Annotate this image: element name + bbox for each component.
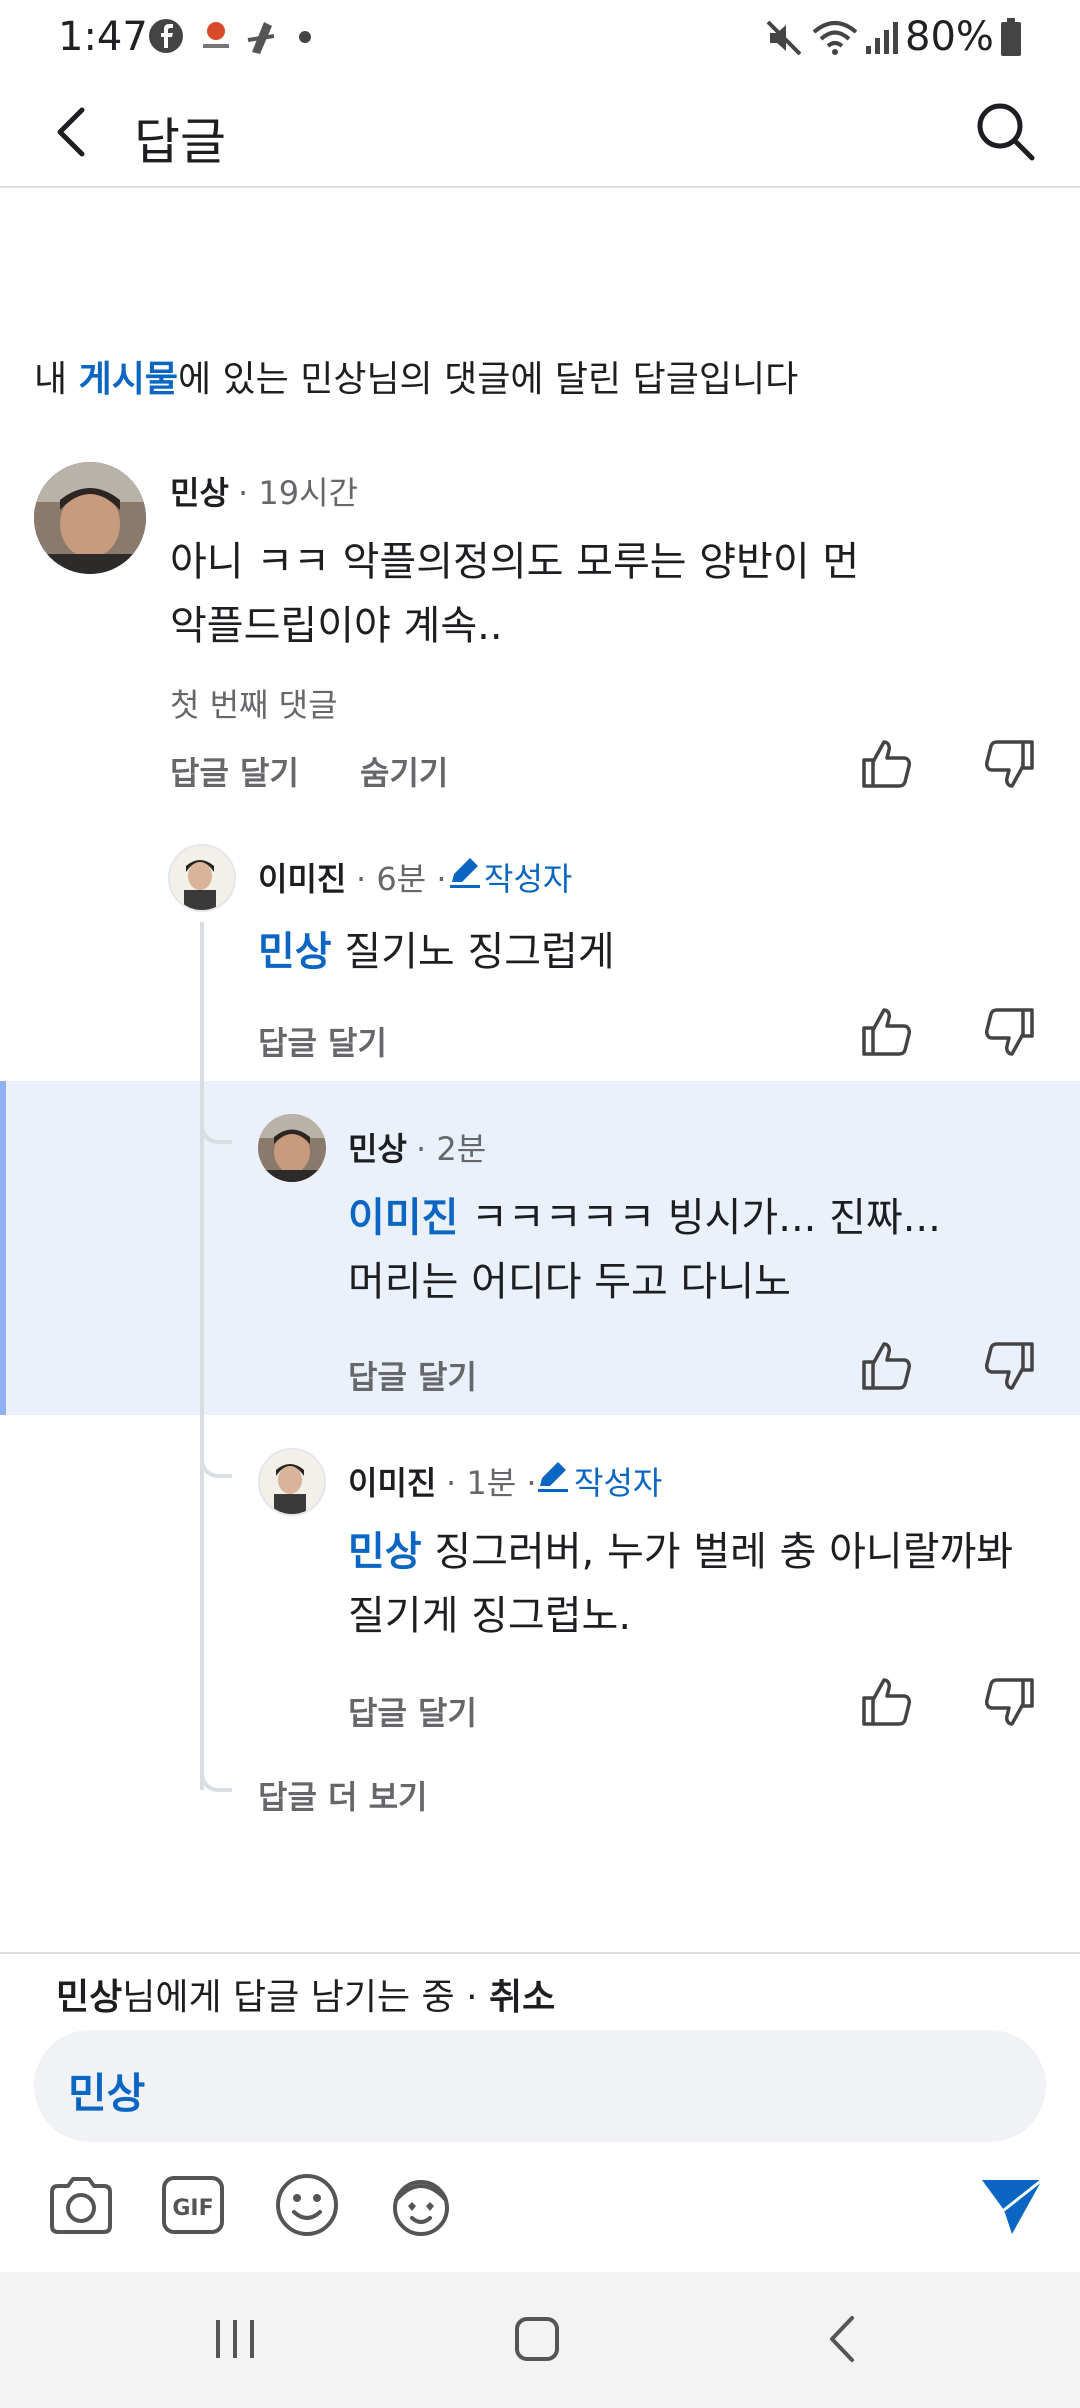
reply-author[interactable]: 이미진 — [258, 854, 346, 900]
svg-text:GIF: GIF — [172, 2196, 213, 2221]
context-text: 내 게시물에 있는 민상님의 댓글에 달린 답글입니다 — [34, 359, 799, 400]
emoji-icon[interactable] — [272, 2170, 342, 2240]
reply-time: · 2분 — [416, 1130, 487, 1168]
thread-connector — [200, 1460, 232, 1478]
app-icon — [203, 22, 229, 48]
pencil-icon — [450, 858, 480, 888]
pencil-icon — [538, 1462, 568, 1492]
thumbs-up-icon[interactable] — [860, 1340, 912, 1392]
post-link[interactable]: 게시물 — [79, 359, 178, 400]
reply-input[interactable]: 민상 — [34, 2030, 1046, 2142]
avatar[interactable] — [258, 1448, 326, 1516]
mute-icon — [766, 20, 802, 56]
reply-button[interactable]: 답글 달기 — [348, 1352, 477, 1398]
author-badge: 작성자 — [574, 1464, 663, 1502]
back-icon[interactable] — [818, 2314, 868, 2364]
home-icon[interactable] — [512, 2314, 562, 2364]
divider — [0, 1952, 1080, 1954]
app-header: 답글 — [0, 76, 1080, 188]
gif-icon[interactable]: GIF — [158, 2170, 228, 2240]
system-nav-bar — [0, 2272, 1080, 2408]
battery-icon — [1001, 18, 1021, 56]
reply-author[interactable]: 민상 — [348, 1124, 407, 1170]
avatar[interactable] — [258, 1114, 326, 1182]
dot-icon — [299, 31, 311, 43]
reply-body: 민상 질기노 징그럽게 — [258, 929, 615, 975]
avatar[interactable] — [34, 462, 146, 574]
battery-percent: 80% — [905, 14, 994, 60]
signal-icon — [866, 22, 898, 54]
thumbs-up-icon[interactable] — [860, 1676, 912, 1728]
reply-time: · 1분 · — [446, 1464, 537, 1502]
camera-icon[interactable] — [46, 2170, 116, 2240]
thumbs-down-icon[interactable] — [984, 1006, 1036, 1058]
avatar-sticker-icon[interactable] — [386, 2170, 456, 2240]
comment-body: 아니 ㅋㅋ 악플의정의도 모루는 양반이 먼 악플드립이야 계속.. — [170, 539, 860, 649]
profile-photo — [258, 1114, 326, 1182]
comment-author[interactable]: 민상 — [170, 468, 229, 514]
reply-input-value[interactable]: 민상 — [68, 2060, 145, 2121]
reply-time: · 6분 · — [356, 860, 447, 898]
reply-body: 민상 징그러버, 누가 벌레 충 아니랄까봐 질기게 징그럽노. — [348, 1529, 1014, 1639]
facebook-icon — [149, 19, 183, 53]
reply-button[interactable]: 답글 달기 — [170, 748, 299, 794]
app-icon — [247, 22, 275, 54]
thumbs-up-icon[interactable] — [860, 738, 912, 790]
profile-photo — [260, 1450, 324, 1514]
thumbs-down-icon[interactable] — [984, 1340, 1036, 1392]
thread-connector — [200, 1774, 232, 1792]
more-replies-button[interactable]: 답글 더 보기 — [258, 1772, 427, 1818]
send-icon[interactable] — [978, 2176, 1046, 2238]
thumbs-down-icon[interactable] — [984, 1676, 1036, 1728]
wifi-icon — [812, 21, 858, 55]
profile-photo — [170, 846, 234, 910]
page-title: 답글 — [134, 113, 226, 171]
reply-button[interactable]: 답글 달기 — [348, 1688, 477, 1734]
status-time: 1:47 — [58, 14, 148, 60]
mention-link[interactable]: 민상 — [348, 1529, 422, 1575]
avatar[interactable] — [168, 844, 236, 912]
profile-photo — [34, 462, 146, 574]
reply-body: 이미진 ㅋㅋㅋㅋㅋ 빙시가... 진짜... 머리는 어디다 두고 다니노 — [348, 1195, 941, 1305]
recent-apps-icon[interactable] — [210, 2314, 260, 2364]
status-bar: 1:47 80% — [0, 0, 1080, 76]
author-badge: 작성자 — [484, 860, 573, 898]
mention-link[interactable]: 민상 — [258, 929, 332, 975]
highlight-indicator — [0, 1081, 6, 1415]
mention-link[interactable]: 이미진 — [348, 1195, 458, 1241]
reply-button[interactable]: 답글 달기 — [258, 1018, 387, 1064]
first-comment-badge: 첫 번째 댓글 — [170, 686, 338, 724]
thread-line — [200, 922, 204, 1790]
reply-author[interactable]: 이미진 — [348, 1458, 436, 1504]
back-arrow-icon[interactable] — [44, 100, 108, 164]
cancel-reply-button[interactable]: 취소 — [489, 1977, 555, 2018]
comment-time: · 19시간 — [238, 474, 358, 512]
hide-button[interactable]: 숨기기 — [360, 748, 448, 794]
replying-to-note: 민상님에게 답글 남기는 중 · 취소 — [56, 1977, 556, 2018]
thumbs-down-icon[interactable] — [984, 738, 1036, 790]
search-icon[interactable] — [972, 98, 1038, 164]
thumbs-up-icon[interactable] — [860, 1006, 912, 1058]
